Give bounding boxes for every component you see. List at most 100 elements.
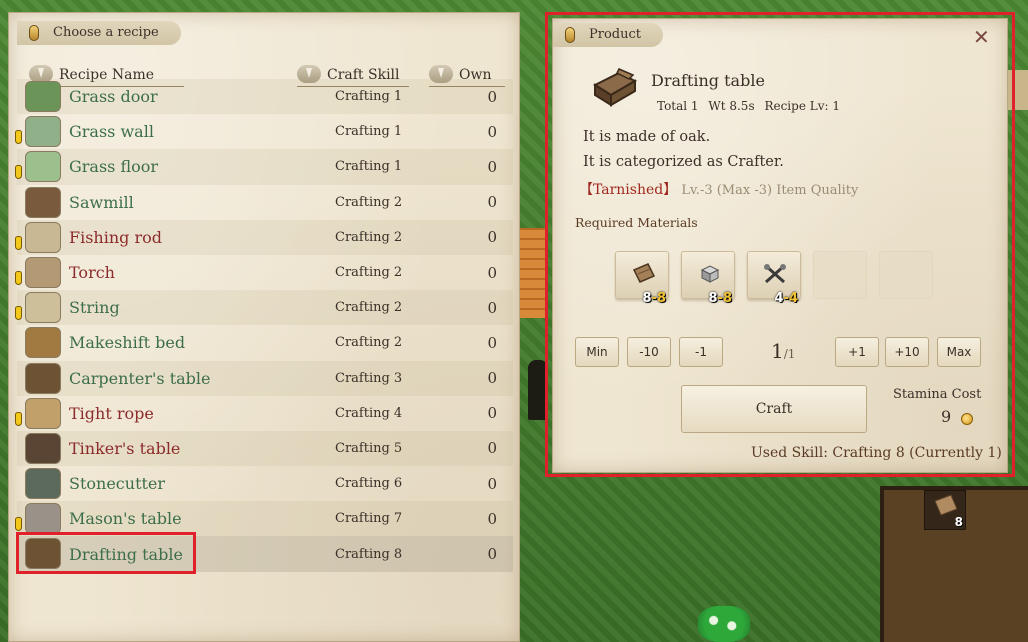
fishing-rod-icon bbox=[25, 221, 61, 253]
recipe-craft-skill: Crafting 4 bbox=[335, 405, 403, 421]
recipe-own-count: 0 bbox=[487, 157, 497, 176]
recipe-panel-title-tab: Choose a recipe bbox=[17, 21, 181, 45]
recipe-row[interactable]: Fishing rod Crafting 2 0 bbox=[15, 219, 513, 255]
product-panel: Product ✕ Drafting table Total 1 Wt 8.5s… bbox=[552, 18, 1008, 473]
material-slot-empty bbox=[813, 251, 867, 299]
drafting-table-icon bbox=[592, 68, 638, 107]
product-name: Drafting table bbox=[651, 71, 765, 90]
material-slot-empty bbox=[879, 251, 933, 299]
recipe-row[interactable]: Torch Crafting 2 0 bbox=[15, 255, 513, 290]
recipe-row[interactable]: Tight rope Crafting 4 0 bbox=[15, 396, 513, 431]
recipe-name: Makeshift bed bbox=[69, 333, 186, 353]
product-meta: Total 1 Wt 8.5s Recipe Lv: 1 bbox=[657, 99, 846, 113]
recipe-own-count: 0 bbox=[487, 263, 497, 282]
recipe-name: Fishing rod bbox=[69, 227, 163, 247]
recipe-own-count: 0 bbox=[487, 545, 497, 564]
material-count: 4-4 bbox=[774, 291, 799, 306]
recipe-row[interactable]: Carpenter's table Crafting 3 0 bbox=[17, 360, 513, 396]
material-slot-stone[interactable]: 8-8 bbox=[681, 251, 735, 306]
recipe-row[interactable]: Makeshift bed Crafting 2 0 bbox=[17, 325, 513, 360]
recipe-row[interactable]: String Crafting 2 0 bbox=[15, 290, 513, 326]
product-recipe-level: Recipe Lv: 1 bbox=[764, 99, 840, 113]
recipe-own-count: 0 bbox=[487, 193, 497, 212]
recipe-craft-skill: Crafting 5 bbox=[335, 440, 403, 456]
used-skill-text: Used Skill: Crafting 8 (Currently 1) bbox=[751, 445, 1002, 461]
close-icon[interactable]: ✕ bbox=[973, 25, 990, 49]
recipe-name: Tight rope bbox=[69, 403, 154, 423]
alert-icon bbox=[15, 411, 22, 426]
quantity-max: /1 bbox=[783, 347, 796, 361]
recipe-row[interactable]: Stonecutter Crafting 6 0 bbox=[17, 466, 513, 501]
recipe-own-count: 0 bbox=[487, 228, 497, 247]
sawmill-icon bbox=[25, 186, 61, 218]
recipe-own-count: 0 bbox=[487, 369, 497, 388]
hotbar-slot[interactable]: 8 bbox=[924, 490, 966, 530]
product-panel-title-tab: Product bbox=[553, 23, 663, 47]
product-total: Total 1 bbox=[657, 99, 699, 113]
recipe-own-count: 0 bbox=[487, 404, 497, 423]
recipe-craft-skill: Crafting 1 bbox=[335, 89, 403, 105]
alert-icon bbox=[15, 517, 22, 532]
quantity-max-button[interactable]: Max bbox=[937, 337, 981, 367]
quantity-value: 1 bbox=[771, 339, 784, 363]
recipe-craft-skill: Crafting 7 bbox=[335, 511, 403, 527]
recipe-row[interactable]: Sawmill Crafting 2 0 bbox=[17, 185, 513, 220]
drafting-table-icon bbox=[25, 538, 61, 570]
stamina-cost-label: Stamina Cost bbox=[893, 387, 982, 402]
recipe-row[interactable]: Grass wall Crafting 1 0 bbox=[15, 114, 513, 149]
player-character bbox=[528, 360, 548, 420]
recipe-name: Tinker's table bbox=[69, 438, 181, 458]
material-count: 8-8 bbox=[708, 291, 733, 306]
recipe-craft-skill: Crafting 6 bbox=[335, 476, 403, 492]
recipe-list: Grass door Crafting 1 0 Grass wall Crafting … bbox=[15, 79, 513, 572]
recipe-craft-skill: Crafting 2 bbox=[335, 300, 403, 316]
recipe-row[interactable]: Grass floor Crafting 1 0 bbox=[15, 149, 513, 185]
alert-icon bbox=[15, 306, 22, 321]
quantity-minus-10-button[interactable]: -10 bbox=[627, 337, 671, 367]
material-count: 8-8 bbox=[642, 291, 667, 306]
recipe-craft-skill: Crafting 3 bbox=[335, 370, 403, 386]
string-icon bbox=[25, 292, 61, 324]
pin-icon bbox=[29, 25, 39, 41]
recipe-craft-skill: Crafting 2 bbox=[335, 229, 403, 245]
stonecutter-icon bbox=[25, 468, 61, 500]
quantity-plus-1-button[interactable]: +1 bbox=[835, 337, 879, 367]
recipe-row[interactable]: Tinker's table Crafting 5 0 bbox=[17, 430, 513, 467]
stamina-cost-value: 9 bbox=[941, 407, 952, 426]
alert-icon bbox=[15, 165, 22, 180]
grass-floor-icon bbox=[25, 151, 61, 183]
recipe-craft-skill: Crafting 2 bbox=[335, 265, 403, 281]
recipe-own-count: 0 bbox=[487, 439, 497, 458]
quantity-plus-10-button[interactable]: +10 bbox=[885, 337, 929, 367]
recipe-row[interactable]: Drafting table Crafting 8 0 bbox=[17, 536, 513, 572]
wood-plank-icon bbox=[632, 263, 656, 283]
recipe-own-count: 0 bbox=[487, 122, 497, 141]
recipe-own-count: 0 bbox=[487, 509, 497, 528]
product-panel-title: Product bbox=[589, 27, 641, 42]
craft-button[interactable]: Craft bbox=[681, 385, 867, 433]
tools-icon bbox=[764, 264, 786, 284]
recipe-name: Grass floor bbox=[69, 157, 159, 177]
quantity-minus-1-button[interactable]: -1 bbox=[679, 337, 723, 367]
hotbar-slot-count: 8 bbox=[954, 515, 963, 529]
quality-tag: 【Tarnished】 bbox=[579, 182, 678, 198]
flower-bush bbox=[698, 606, 750, 642]
material-slot-wood[interactable]: 8-8 bbox=[615, 251, 669, 306]
quantity-min-button[interactable]: Min bbox=[575, 337, 619, 367]
material-slot-tools[interactable]: 4-4 bbox=[747, 251, 801, 306]
recipe-own-count: 0 bbox=[487, 333, 497, 352]
recipe-name: Torch bbox=[69, 263, 115, 283]
product-description-category: It is categorized as Crafter. bbox=[583, 154, 784, 170]
makeshift-bed-icon bbox=[25, 327, 61, 359]
recipe-name: Sawmill bbox=[69, 192, 134, 212]
recipe-row[interactable]: Mason's table Crafting 7 0 bbox=[15, 501, 513, 537]
recipe-name: Mason's table bbox=[69, 509, 182, 529]
recipe-name: Drafting table bbox=[69, 544, 183, 564]
stone-block-icon bbox=[700, 265, 720, 283]
product-weight: Wt 8.5s bbox=[708, 99, 755, 113]
recipe-row[interactable]: Grass door Crafting 1 0 bbox=[17, 79, 513, 115]
stamina-coin-icon bbox=[961, 413, 973, 425]
recipe-craft-skill: Crafting 1 bbox=[335, 124, 403, 140]
recipe-own-count: 0 bbox=[487, 87, 497, 106]
grass-door-icon bbox=[25, 81, 61, 112]
